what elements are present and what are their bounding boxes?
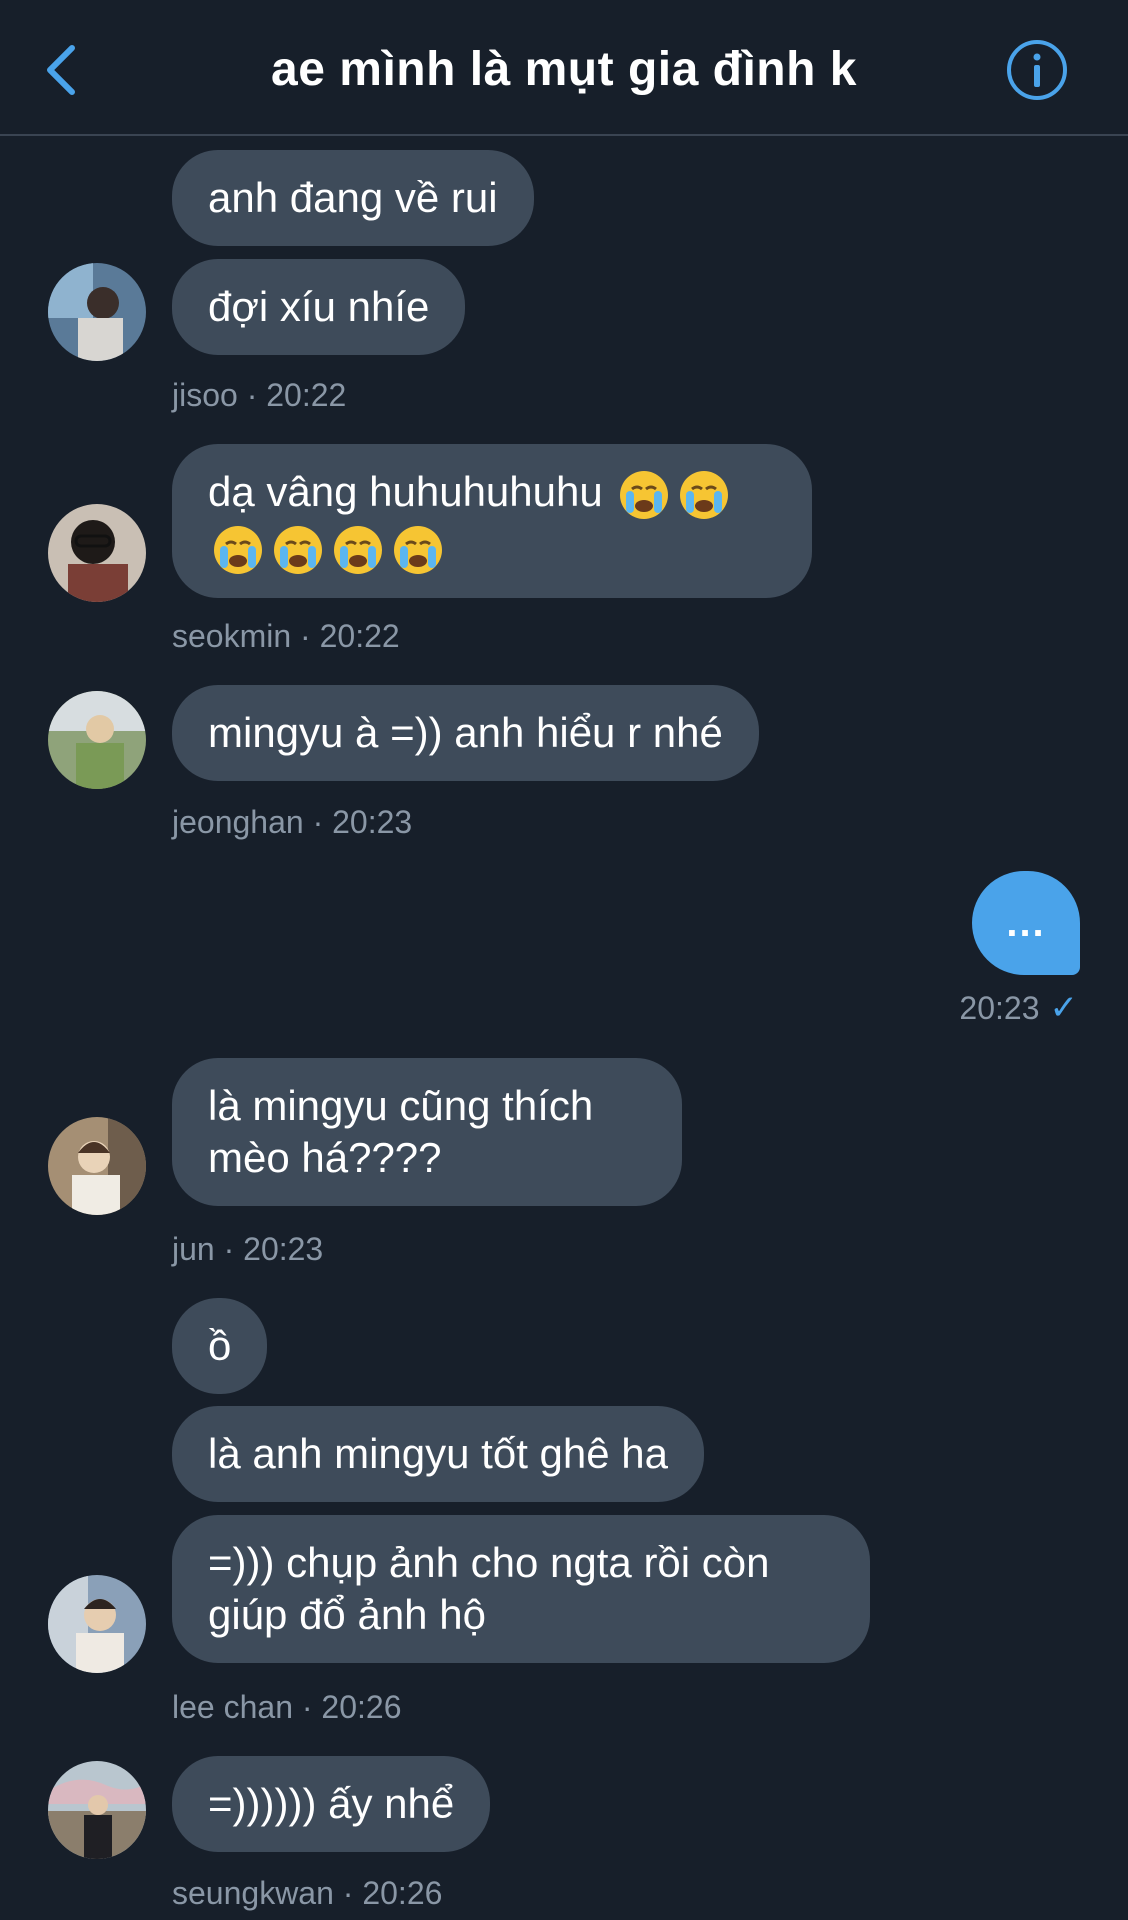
avatar-jisoo[interactable] [48,263,146,361]
message-meta: jeonghan · 20:23 [172,804,413,840]
info-icon [1007,40,1067,100]
chat-header: ae mình là mụt gia đình k [0,0,1128,136]
message-bubble[interactable]: dạ vâng huhuhuhuhu [172,444,812,598]
message-bubble[interactable]: là anh mingyu tốt ghê ha [172,1406,704,1502]
avatar-jeonghan[interactable] [48,691,146,789]
crying-face-icon [272,524,324,576]
outgoing-meta: 20:23 ✓ [959,988,1078,1028]
message-text: =)))))) ấy nhể [208,1780,455,1827]
message-text: =))) chụp ảnh cho ngta rồi còn giúp đổ ả… [208,1539,770,1638]
message-time: 20:23 [959,989,1040,1026]
message-text: anh đang về rui [208,174,498,221]
message-text: là mingyu cũng thích mèo há???? [208,1082,594,1181]
outgoing-message-bubble[interactable]: ... [972,871,1080,975]
message-text: ồ [208,1322,232,1369]
check-icon: ✓ [1049,989,1079,1027]
avatar-seungkwan[interactable] [48,1761,146,1859]
message-bubble[interactable]: là mingyu cũng thích mèo há???? [172,1058,682,1206]
avatar-lee-chan[interactable] [48,1575,146,1673]
message-bubble[interactable]: =)))))) ấy nhể [172,1756,491,1852]
crying-face-icon [212,524,264,576]
message-text: đợi xíu nhíe [208,283,430,330]
message-text: mingyu à =)) anh hiểu r nhé [208,709,723,756]
crying-face-icon [392,524,444,576]
message-meta: seungkwan · 20:26 [172,1875,443,1911]
chat-title[interactable]: ae mình là mụt gia đình k [0,42,1128,97]
message-bubble[interactable]: anh đang về rui [172,150,534,246]
message-text: dạ vâng huhuhuhuhu [208,468,734,574]
avatar-seokmin[interactable] [48,504,146,602]
message-meta: jun · 20:23 [172,1231,324,1267]
info-button[interactable] [1005,38,1069,102]
crying-face-icon [618,469,670,521]
message-bubble[interactable]: đợi xíu nhíe [172,259,466,355]
crying-face-icon [332,524,384,576]
message-meta: lee chan · 20:26 [172,1689,402,1725]
message-meta: seokmin · 20:22 [172,618,400,654]
message-text: là anh mingyu tốt ghê ha [208,1430,668,1477]
message-text: ... [1006,900,1046,945]
message-bubble[interactable]: mingyu à =)) anh hiểu r nhé [172,685,759,781]
crying-face-icon [678,469,730,521]
message-bubble[interactable]: ồ [172,1298,268,1394]
message-bubble[interactable]: =))) chụp ảnh cho ngta rồi còn giúp đổ ả… [172,1515,870,1663]
avatar-jun[interactable] [48,1117,146,1215]
message-meta: jisoo · 20:22 [172,377,347,413]
